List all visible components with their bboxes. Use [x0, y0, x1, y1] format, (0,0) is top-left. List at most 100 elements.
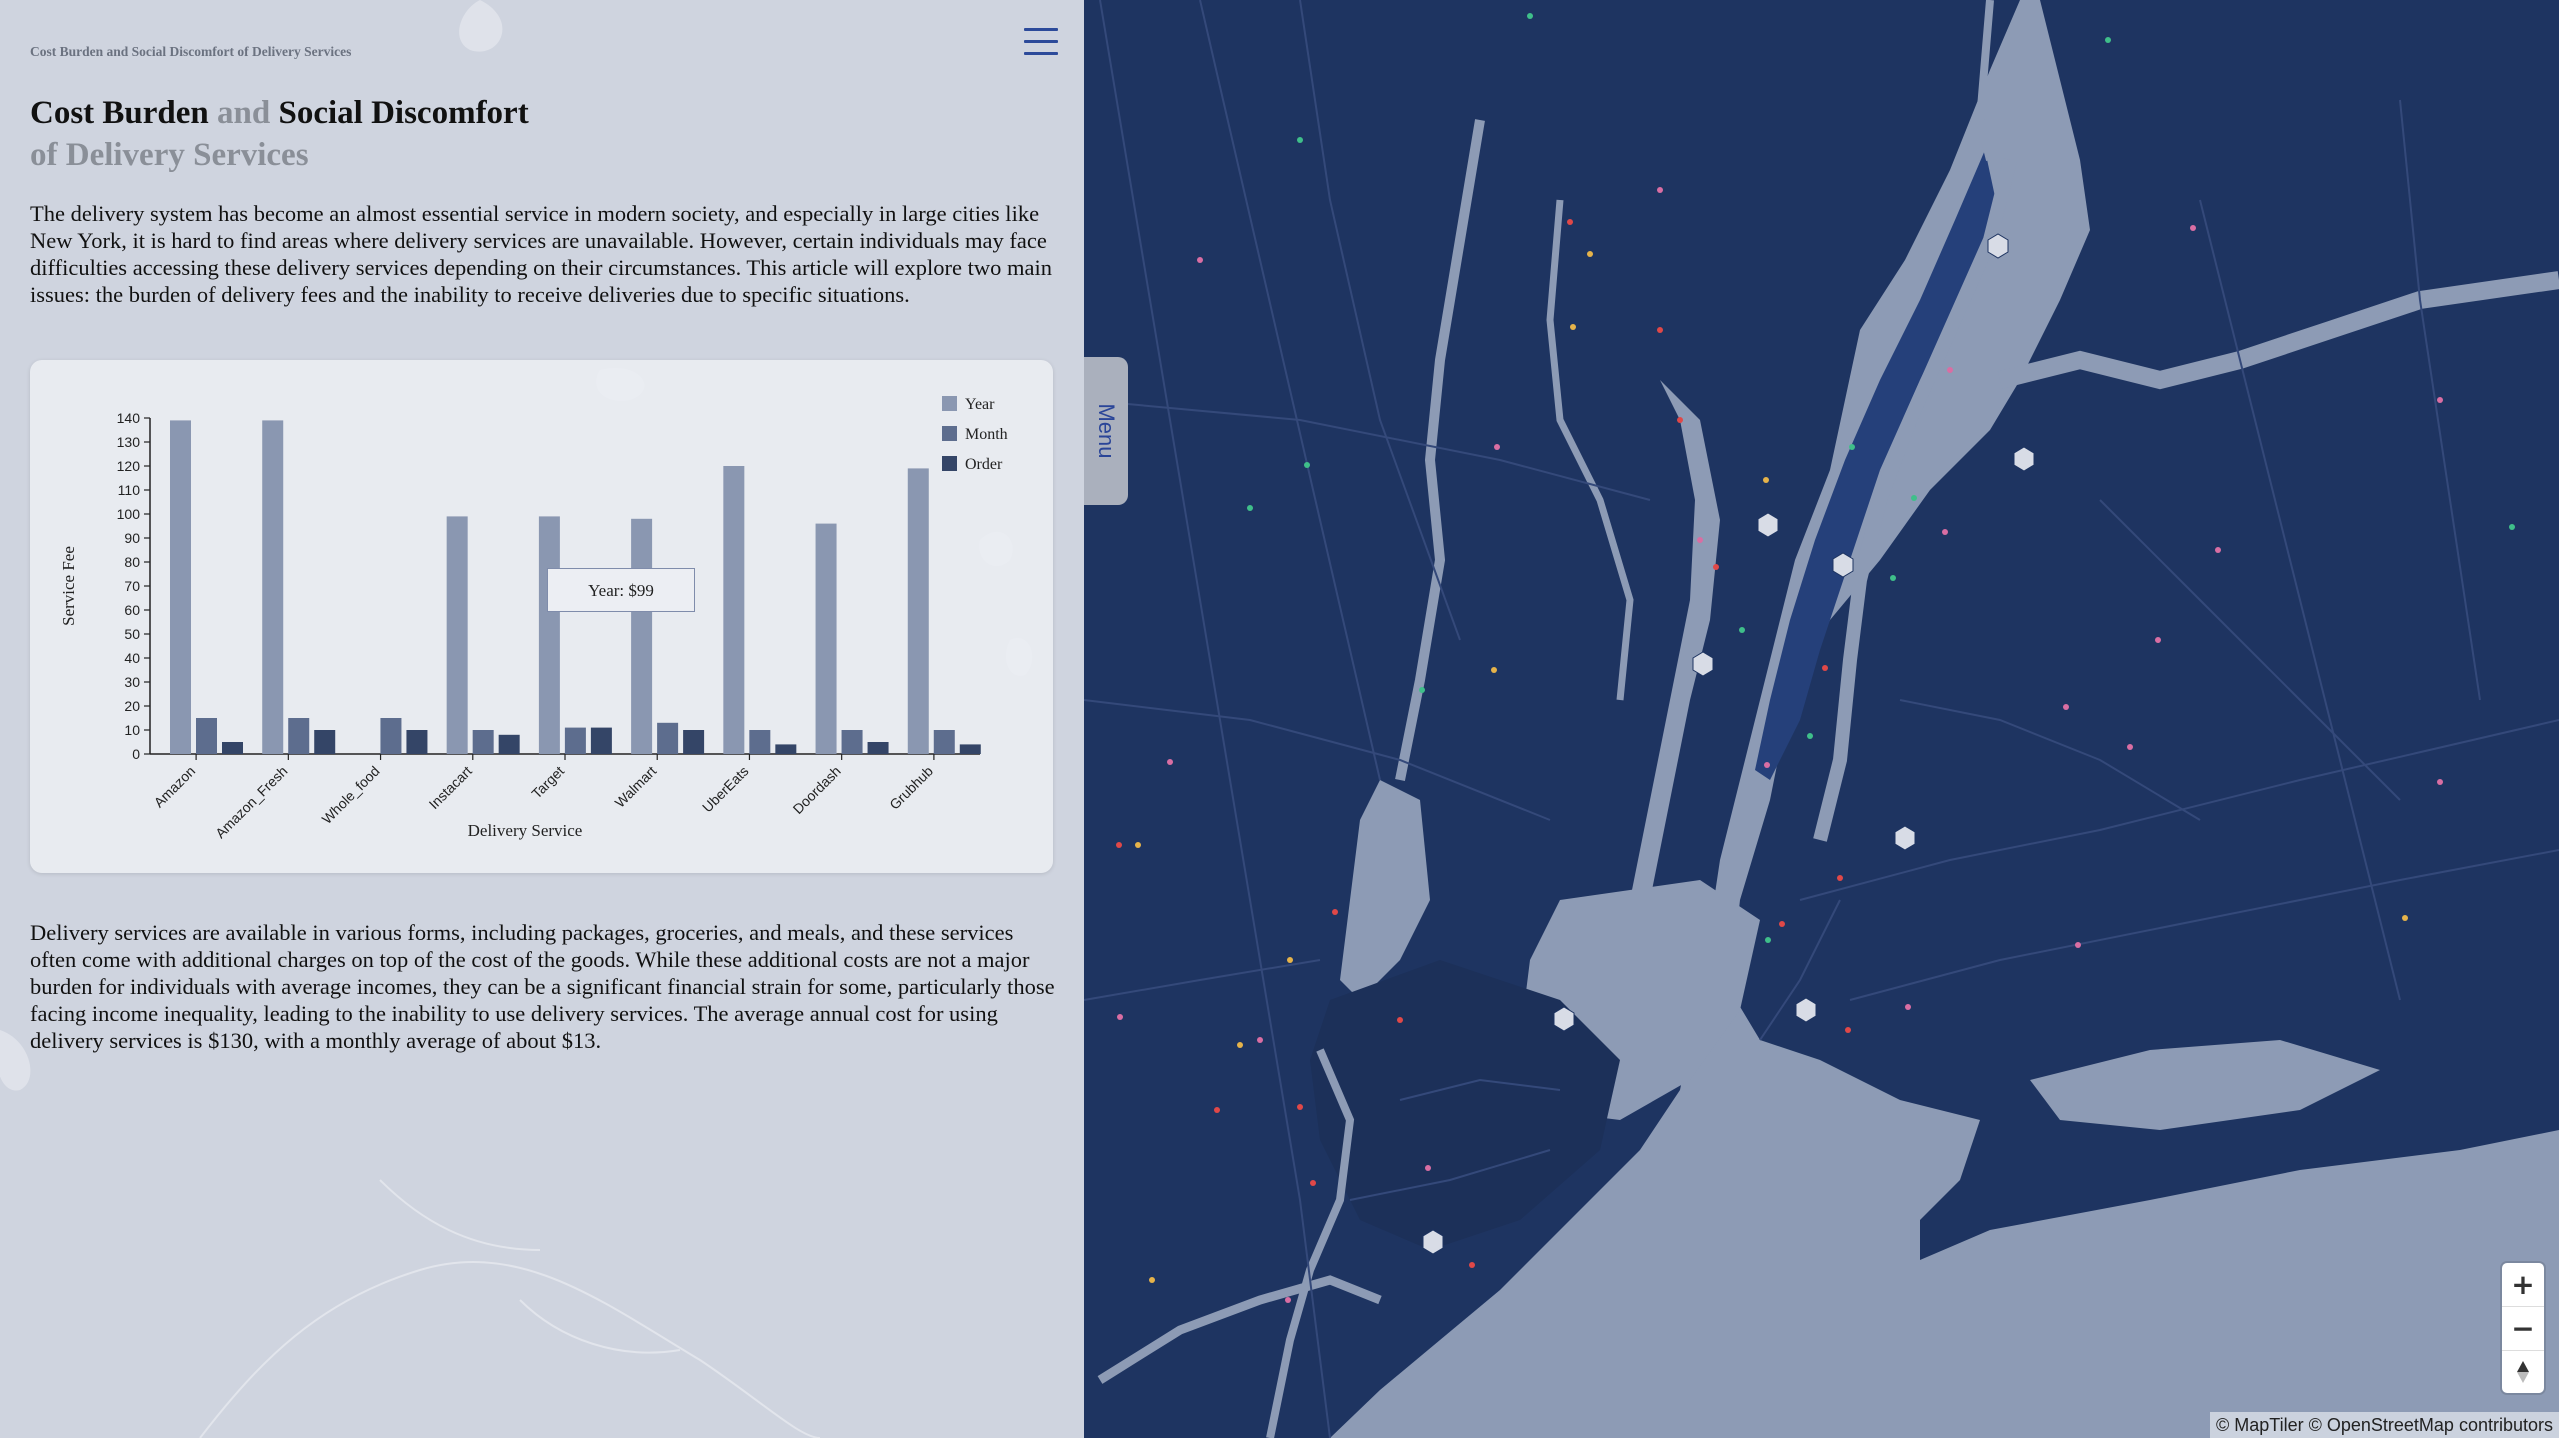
- bar-year-amazon_fresh[interactable]: [262, 420, 284, 754]
- bar-year-amazon[interactable]: [170, 420, 191, 754]
- map-marker[interactable]: [1697, 537, 1703, 543]
- map-marker[interactable]: [1491, 667, 1497, 673]
- map-marker[interactable]: [1247, 505, 1253, 511]
- map-marker[interactable]: [1849, 444, 1855, 450]
- map-marker[interactable]: [1911, 495, 1917, 501]
- map-marker[interactable]: [1304, 462, 1310, 468]
- map-marker[interactable]: [1117, 1014, 1123, 1020]
- map-marker[interactable]: [2155, 637, 2161, 643]
- map-marker[interactable]: [2127, 744, 2133, 750]
- y-axis-title: Service Fee: [59, 546, 78, 626]
- y-tick-label: 10: [124, 722, 140, 738]
- map-attribution[interactable]: © MapTiler © OpenStreetMap contributors: [2210, 1412, 2559, 1438]
- map-marker[interactable]: [1149, 1277, 1155, 1283]
- legend-label-year: Year: [965, 396, 995, 413]
- bar-order-instacart[interactable]: [498, 734, 520, 754]
- map-marker[interactable]: [2402, 915, 2408, 921]
- map-marker[interactable]: [1237, 1042, 1243, 1048]
- bar-month-amazon_fresh[interactable]: [288, 718, 310, 754]
- map-marker[interactable]: [1332, 909, 1338, 915]
- map-marker[interactable]: [1257, 1037, 1263, 1043]
- map-marker[interactable]: [1135, 842, 1141, 848]
- map-marker[interactable]: [1764, 762, 1770, 768]
- bar-year-walmart[interactable]: [631, 518, 653, 754]
- map-marker[interactable]: [1657, 187, 1663, 193]
- map-marker[interactable]: [1807, 733, 1813, 739]
- map-marker[interactable]: [1822, 665, 1828, 671]
- map-marker[interactable]: [1765, 937, 1771, 943]
- bar-order-amazon_fresh[interactable]: [314, 730, 336, 754]
- bar-order-whole_food[interactable]: [406, 730, 428, 754]
- y-tick-label: 0: [132, 746, 140, 762]
- zoom-in-button[interactable]: +: [2502, 1263, 2544, 1306]
- map-marker[interactable]: [1527, 13, 1533, 19]
- map-marker[interactable]: [2075, 942, 2081, 948]
- bar-year-instacart[interactable]: [446, 516, 468, 754]
- bar-order-walmart[interactable]: [683, 730, 705, 754]
- map-marker[interactable]: [1739, 627, 1745, 633]
- bar-order-doordash[interactable]: [867, 742, 889, 754]
- map-marker[interactable]: [1297, 1104, 1303, 1110]
- map-marker[interactable]: [1214, 1107, 1220, 1113]
- map-marker[interactable]: [1942, 529, 1948, 535]
- menu-tab[interactable]: Menu: [1084, 357, 1128, 505]
- bar-month-grubhub[interactable]: [933, 730, 955, 754]
- y-tick-label: 90: [124, 530, 140, 546]
- title-line2: of Delivery Services: [30, 137, 309, 173]
- map-marker[interactable]: [1947, 367, 1953, 373]
- bar-order-target[interactable]: [590, 727, 612, 754]
- bar-month-target[interactable]: [564, 727, 586, 754]
- map-marker[interactable]: [1837, 875, 1843, 881]
- bar-order-amazon[interactable]: [222, 742, 243, 754]
- map-marker[interactable]: [1116, 842, 1122, 848]
- map-marker[interactable]: [2215, 547, 2221, 553]
- bar-month-walmart[interactable]: [657, 722, 679, 754]
- map-marker[interactable]: [1779, 921, 1785, 927]
- bar-month-ubereats[interactable]: [749, 730, 771, 754]
- map-marker[interactable]: [2063, 704, 2069, 710]
- map-marker[interactable]: [2437, 397, 2443, 403]
- map-marker[interactable]: [1587, 251, 1593, 257]
- map-marker[interactable]: [1570, 324, 1576, 330]
- map-marker[interactable]: [1285, 1297, 1291, 1303]
- bar-month-whole_food[interactable]: [380, 718, 402, 754]
- map-marker[interactable]: [1567, 219, 1573, 225]
- map-marker[interactable]: [1657, 327, 1663, 333]
- map-marker[interactable]: [1397, 1017, 1403, 1023]
- x-tick-label: Instacart: [426, 763, 475, 812]
- hamburger-menu-icon[interactable]: [1024, 28, 1058, 64]
- map-marker[interactable]: [2190, 225, 2196, 231]
- map-marker[interactable]: [1310, 1180, 1316, 1186]
- bar-order-ubereats[interactable]: [775, 744, 797, 754]
- map-marker[interactable]: [1297, 137, 1303, 143]
- map-marker[interactable]: [1677, 417, 1683, 423]
- map-marker[interactable]: [1890, 575, 1896, 581]
- compass-icon[interactable]: [2502, 1350, 2544, 1393]
- map-marker[interactable]: [1845, 1027, 1851, 1033]
- map-marker[interactable]: [1713, 564, 1719, 570]
- bar-year-doordash[interactable]: [815, 523, 837, 754]
- map-marker[interactable]: [1287, 957, 1293, 963]
- bar-year-ubereats[interactable]: [723, 466, 745, 754]
- zoom-out-button[interactable]: −: [2502, 1307, 2544, 1350]
- map-marker[interactable]: [2509, 524, 2515, 530]
- map-marker[interactable]: [1494, 444, 1500, 450]
- map-marker[interactable]: [2437, 779, 2443, 785]
- bar-month-doordash[interactable]: [841, 730, 863, 754]
- map-marker[interactable]: [1763, 477, 1769, 483]
- map-marker[interactable]: [1905, 1004, 1911, 1010]
- map-marker[interactable]: [1197, 257, 1203, 263]
- service-fee-bar-chart[interactable]: 0 10 20 30 40 50 60 70 80 90 100 110 120 130 140 Amazon…: [30, 360, 1053, 873]
- bar-month-instacart[interactable]: [472, 730, 494, 754]
- bar-month-amazon[interactable]: [196, 718, 217, 754]
- map-marker[interactable]: [1425, 1165, 1431, 1171]
- map-marker[interactable]: [1469, 1262, 1475, 1268]
- bar-year-grubhub[interactable]: [907, 468, 929, 754]
- y-tick-label: 20: [124, 698, 140, 714]
- map-marker[interactable]: [1167, 759, 1173, 765]
- bar-order-grubhub[interactable]: [959, 744, 981, 754]
- bar-year-target[interactable]: [538, 516, 560, 754]
- title-and: and: [217, 95, 271, 131]
- map-marker[interactable]: [1419, 687, 1425, 693]
- map-marker[interactable]: [2105, 37, 2111, 43]
